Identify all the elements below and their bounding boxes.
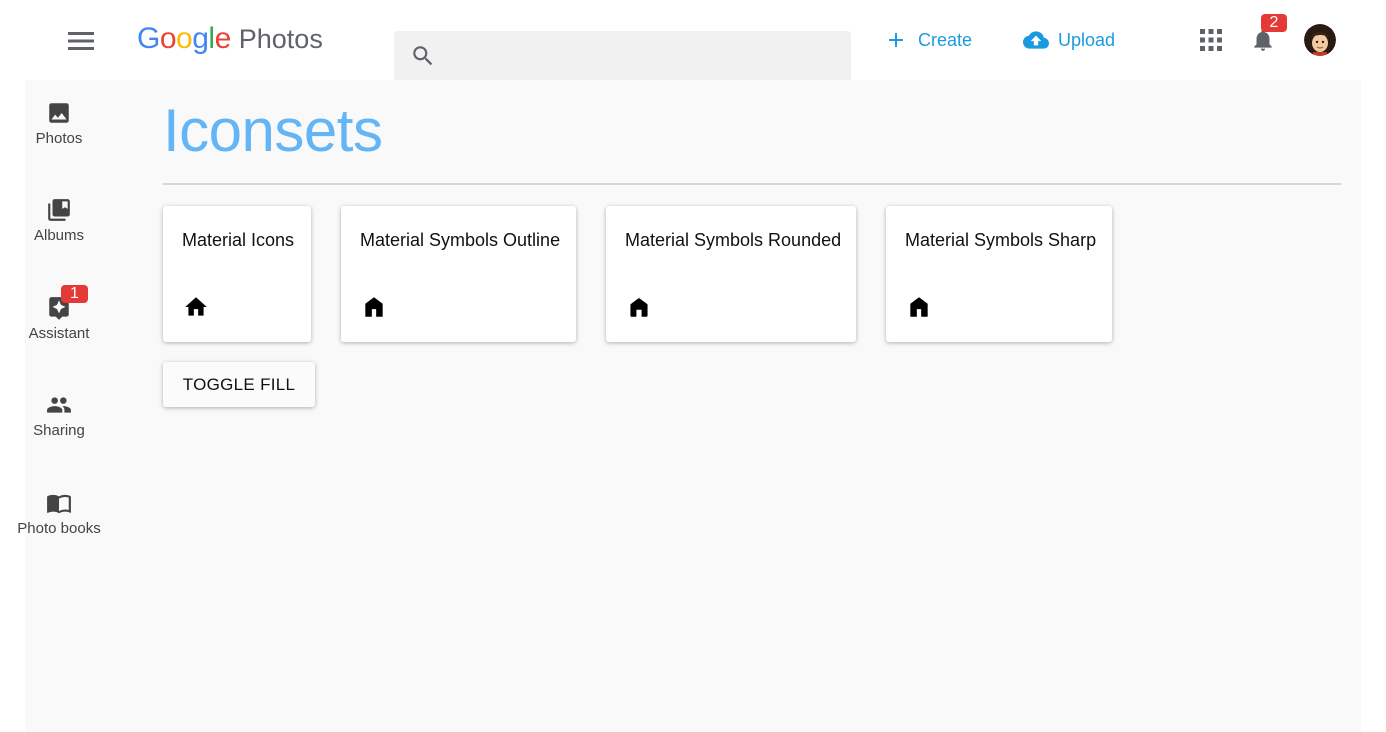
sidebar-item-label: Sharing (33, 422, 85, 439)
apps-grid-icon (1200, 29, 1222, 51)
iconset-card-material-symbols-sharp[interactable]: Material Symbols Sharp (886, 206, 1112, 342)
google-wordmark: Google (137, 22, 231, 56)
logo-letter: o (176, 22, 193, 55)
google-photos-logo[interactable]: Google Photos (137, 22, 323, 58)
app-name: Photos (238, 24, 323, 54)
assistant-badge: 1 (61, 285, 88, 303)
home-icon (910, 297, 928, 317)
card-title: Material Symbols Rounded (625, 230, 842, 250)
create-button[interactable]: Create (884, 24, 972, 56)
iconset-card-material-symbols-outline[interactable]: Material Symbols Outline (341, 206, 576, 342)
logo-letter: o (159, 22, 177, 55)
people-icon (47, 397, 71, 413)
top-app-bar: Google Photos Create Upload 2 (0, 0, 1386, 82)
albums-icon (48, 199, 70, 221)
menu-button[interactable] (62, 22, 100, 60)
sidebar-item-photos[interactable]: Photos (4, 100, 114, 147)
logo-letter: g (192, 22, 209, 55)
hamburger-menu-icon (68, 32, 94, 50)
sidebar-item-albums[interactable]: Albums (4, 197, 114, 244)
user-avatar-icon (1304, 24, 1336, 56)
search-icon (413, 46, 433, 66)
apps-button[interactable] (1196, 24, 1226, 56)
photo-icon (49, 103, 69, 123)
create-label: Create (918, 29, 973, 50)
iconset-card-material-icons[interactable]: Material Icons (163, 206, 311, 342)
home-icon (630, 298, 648, 317)
toggle-fill-button[interactable]: TOGGLE FILL (163, 362, 315, 407)
search-bar[interactable] (394, 31, 851, 82)
home-icon (185, 297, 207, 316)
sidebar-item-label: Photos (35, 130, 83, 147)
sidebar-item-label: Assistant (28, 325, 90, 342)
sidebar-item-label: Photo books (17, 520, 101, 537)
logo-letter: e (214, 22, 232, 55)
card-title: Material Symbols Outline (360, 230, 561, 250)
book-icon (47, 494, 71, 514)
search-input[interactable] (450, 31, 844, 82)
card-title: Material Icons (182, 230, 295, 250)
logo-letter: G (137, 22, 160, 55)
upload-button[interactable]: Upload (1020, 24, 1115, 56)
upload-label: Upload (1058, 29, 1116, 50)
sidebar-item-assistant[interactable]: Assistant (4, 295, 114, 342)
card-title: Material Symbols Sharp (905, 230, 1097, 250)
plus-icon (889, 33, 903, 47)
notification-badge: 2 (1261, 14, 1287, 32)
cloud-upload-icon (1023, 31, 1049, 49)
title-divider (163, 183, 1341, 185)
sidebar-item-photo-books[interactable]: Photo books (4, 490, 114, 537)
home-icon (365, 297, 383, 317)
avatar[interactable] (1304, 24, 1336, 56)
page-title: Iconsets (163, 97, 383, 164)
iconset-card-material-symbols-rounded[interactable]: Material Symbols Rounded (606, 206, 856, 342)
sidebar-item-label: Albums (33, 227, 85, 244)
sidebar-item-sharing[interactable]: Sharing (4, 392, 114, 439)
